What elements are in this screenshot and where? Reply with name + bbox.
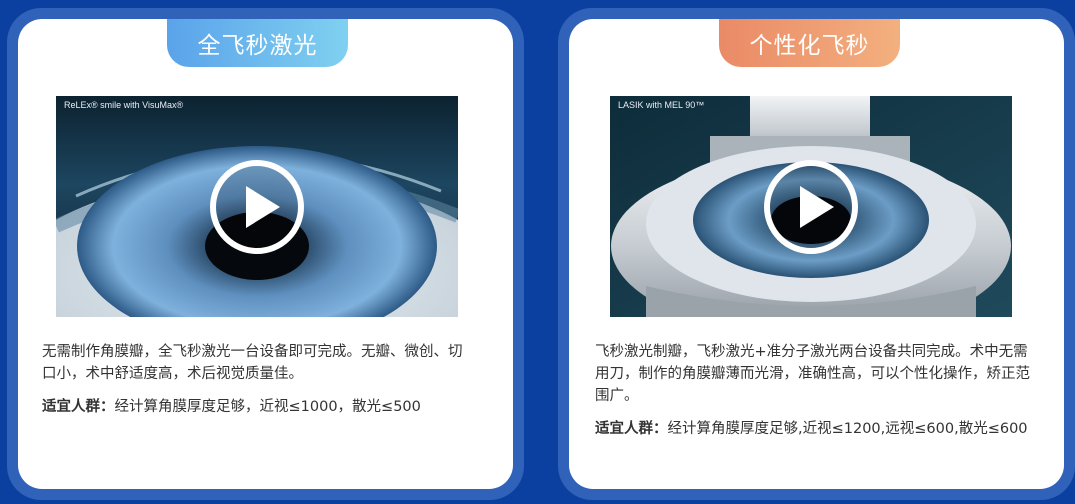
play-circle-icon[interactable] [762, 158, 860, 256]
video-caption: LASIK with MEL 90™ [618, 100, 705, 110]
card-description: 飞秒激光制瓣，飞秒激光+准分子激光两台设备共同完成。术中无需用刀，制作的角膜瓣薄… [595, 344, 1030, 404]
card-title-tab: 全飞秒激光 [167, 19, 348, 67]
suitable-group-label: 适宜人群： [42, 399, 115, 415]
suitable-group: 适宜人群：经计算角膜厚度足够，近视≤1000，散光≤500 [42, 396, 482, 418]
video-player[interactable]: LASIK with MEL 90™ [610, 96, 1012, 317]
suitable-group-text: 经计算角膜厚度足够,近视≤1200,远视≤600,散光≤600 [667, 421, 1028, 437]
card-body: 个性化飞秒 LASIK with MEL 90™ 飞秒激光制瓣，飞秒激光+准分子… [569, 19, 1064, 489]
video-caption: ReLEx® smile with VisuMax® [64, 100, 184, 110]
card-femtosecond-smile: 全飞秒激光 ReLEx® smile with VisuMax® 无需制作角膜瓣… [7, 8, 524, 500]
video-player[interactable]: ReLEx® smile with VisuMax® [56, 96, 458, 317]
suitable-group-text: 经计算角膜厚度足够，近视≤1000，散光≤500 [114, 399, 421, 415]
suitable-group-label: 适宜人群： [595, 421, 668, 437]
play-circle-icon[interactable] [208, 158, 306, 256]
card-body: 全飞秒激光 ReLEx® smile with VisuMax® 无需制作角膜瓣… [18, 19, 513, 489]
card-description: 无需制作角膜瓣，全飞秒激光一台设备即可完成。无瓣、微创、切口小，术中舒适度高，术… [42, 344, 463, 382]
suitable-group: 适宜人群：经计算角膜厚度足够,近视≤1200,远视≤600,散光≤600 [595, 418, 1031, 440]
card-title-tab: 个性化飞秒 [719, 19, 900, 67]
card-personalized-femto: 个性化飞秒 LASIK with MEL 90™ 飞秒激光制瓣，飞秒激光+准分子… [558, 8, 1075, 500]
